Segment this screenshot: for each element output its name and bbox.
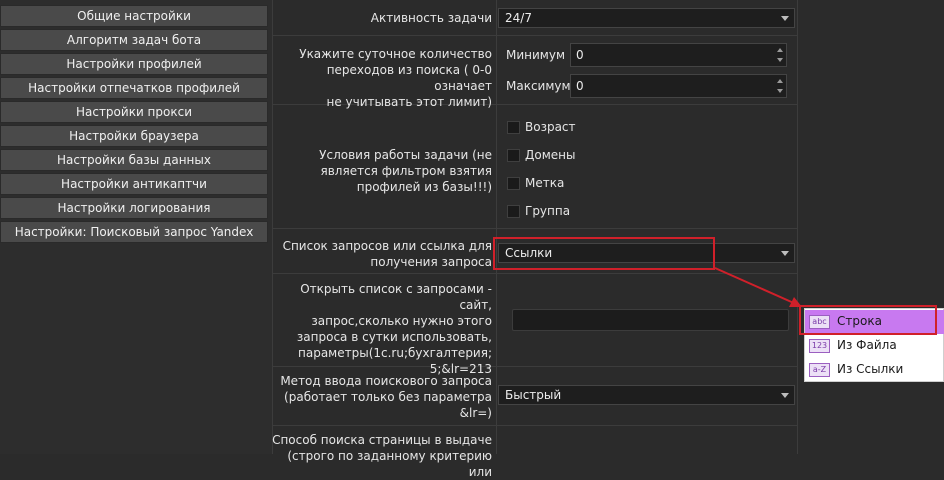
arrow-line — [714, 267, 797, 305]
menu-item-label: Из Файла — [837, 338, 897, 352]
annotation-arrow — [714, 267, 802, 307]
menu-item-from-file[interactable]: 123 Из Файла — [805, 334, 944, 358]
menu-item-from-link[interactable]: a-Z Из Ссылки — [805, 358, 944, 382]
sort-type-icon: a-Z — [809, 363, 830, 377]
highlight-box — [799, 305, 937, 335]
menu-item-label: Из Ссылки — [837, 362, 904, 376]
number-type-icon: 123 — [809, 339, 830, 353]
